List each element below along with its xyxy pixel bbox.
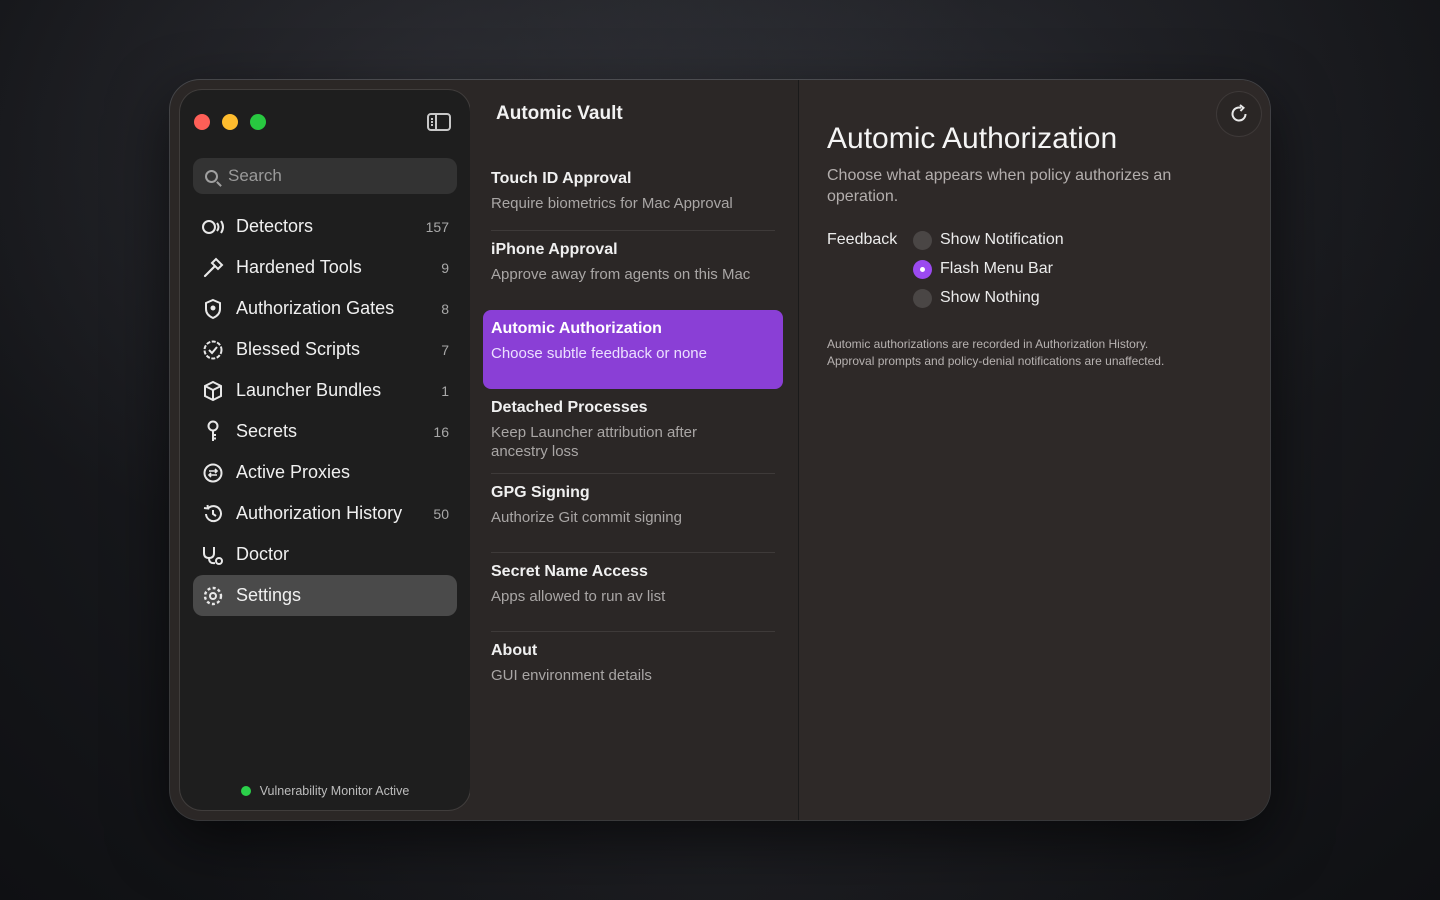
sidebar-nav: Detectors 157 Hardened Tools 9 Authoriza… [193,206,457,616]
list-item-title: About [491,642,538,659]
cube-icon [201,379,225,403]
sidebar-item-count: 1 [441,382,449,399]
list-item-touch-id-approval[interactable]: Touch ID Approval Require biometrics for… [483,160,783,230]
detail-pane: Automic Authorization Choose what appear… [798,80,1270,820]
list-item-about[interactable]: About GUI environment details [483,632,783,710]
refresh-button[interactable] [1217,92,1261,136]
radio-button[interactable] [913,231,932,250]
detector-icon [201,215,225,239]
list-item-detached-processes[interactable]: Detached Processes Keep Launcher attribu… [483,389,783,473]
settings-list: Touch ID Approval Require biometrics for… [483,160,783,710]
search-input[interactable]: Search [193,158,457,194]
sidebar-item-label: Blessed Scripts [236,339,361,359]
list-item-title: GPG Signing [491,484,590,501]
sidebar-item-authorization-gates[interactable]: Authorization Gates 8 [193,288,457,329]
sidebar-item-hardened-tools[interactable]: Hardened Tools 9 [193,247,457,288]
list-item-title: Touch ID Approval [491,170,632,187]
detail-subtitle: Choose what appears when policy authoriz… [827,167,1172,205]
gear-icon [201,584,225,608]
feedback-label: Feedback [827,231,898,248]
sidebar-item-active-proxies[interactable]: Active Proxies [193,452,457,493]
sidebar-item-count: 7 [441,341,449,358]
sidebar-item-label: Active Proxies [236,462,351,482]
sidebar-item-count: 157 [425,218,449,235]
list-item-subtitle: Approve away from agents on this Mac [491,266,751,283]
list-item-automic-authorization[interactable]: Automic Authorization Choose subtle feed… [483,310,783,389]
seal-check-icon [201,338,225,362]
status-indicator-icon [240,786,251,796]
sidebar-item-label: Hardened Tools [236,257,362,277]
shield-icon [201,297,225,321]
sidebar-item-authorization-history[interactable]: Authorization History 50 [193,493,457,534]
status-text: Vulnerability Monitor Active [259,784,410,798]
radio-label: Show Notification [940,231,1064,248]
key-icon [201,420,225,444]
sidebar-item-doctor[interactable]: Doctor [193,534,457,575]
minimize-button[interactable] [222,114,238,130]
sidebar-item-count: 50 [433,505,449,522]
hammer-icon [201,256,225,280]
sidebar-item-label: Authorization History [236,503,403,523]
sidebar-item-label: Doctor [236,544,290,564]
search-icon [205,169,218,183]
close-button[interactable] [194,114,210,130]
note-line: Automic authorizations are recorded in A… [827,337,1149,351]
traffic-lights [194,114,266,130]
search-placeholder: Search [228,166,282,185]
list-item-title: Secret Name Access [491,563,648,580]
history-icon [201,502,225,526]
zoom-button[interactable] [250,114,266,130]
radio-label: Flash Menu Bar [940,260,1053,277]
sidebar-item-label: Launcher Bundles [236,380,382,400]
list-item-subtitle: Require biometrics for Mac Approval [491,195,733,212]
monitor-status: Vulnerability Monitor Active [180,784,470,798]
list-item-iphone-approval[interactable]: iPhone Approval Approve away from agents… [483,231,783,309]
sidebar-item-label: Settings [236,585,302,605]
sidebar-item-label: Authorization Gates [236,298,395,318]
radio-show-nothing[interactable]: Show Nothing [913,289,1133,318]
detail-title: Automic Authorization [827,122,1118,155]
list-item-title: Detached Processes [491,399,648,416]
note-line: Approval prompts and policy-denial notif… [827,354,1165,368]
proxy-icon [201,461,225,485]
radio-flash-menu-bar[interactable]: Flash Menu Bar [913,260,1133,289]
sidebar-item-blessed-scripts[interactable]: Blessed Scripts 7 [193,329,457,370]
app-window: Search Detectors 157 Hardened Tools 9 Au… [170,80,1270,820]
sidebar-item-label: Secrets [236,421,298,441]
radio-button[interactable] [913,289,932,308]
sidebar-item-count: 8 [441,300,449,317]
radio-label: Show Nothing [940,289,1040,306]
sidebar-item-secrets[interactable]: Secrets 16 [193,411,457,452]
sidebar-item-label: Detectors [236,216,314,236]
list-item-subtitle: Choose subtle feedback or none [491,345,707,362]
sidebar-item-settings[interactable]: Settings [193,575,457,616]
radio-button-selected[interactable] [913,260,932,279]
sidebar-item-detectors[interactable]: Detectors 157 [193,206,457,247]
sidebar-item-launcher-bundles[interactable]: Launcher Bundles 1 [193,370,457,411]
sidebar-item-count: 16 [433,423,449,440]
settings-list-pane: Automic Vault Touch ID Approval Require … [470,80,798,820]
radio-show-notification[interactable]: Show Notification [913,231,1133,260]
sidebar-item-count: 9 [441,259,449,276]
list-item-subtitle: Keep Launcher attribution after ancestry… [491,424,697,460]
list-item-title: iPhone Approval [491,241,618,258]
refresh-icon [1231,104,1247,122]
list-item-subtitle: GUI environment details [491,667,652,684]
list-item-title: Automic Authorization [491,320,662,337]
list-item-gpg-signing[interactable]: GPG Signing Authorize Git commit signing [483,474,783,552]
sidebar-toggle-icon[interactable] [427,113,451,131]
list-item-subtitle: Authorize Git commit signing [491,509,682,526]
list-item-subtitle: Apps allowed to run av list [491,588,666,605]
sidebar: Search Detectors 157 Hardened Tools 9 Au… [180,90,470,810]
feedback-radio-group: Show Notification Flash Menu Bar Show No… [913,231,1133,318]
stethoscope-icon [201,543,225,567]
list-item-secret-name-access[interactable]: Secret Name Access Apps allowed to run a… [483,553,783,631]
detail-note: Automic authorizations are recorded in A… [827,336,1247,370]
pane-title: Automic Vault [496,103,623,124]
